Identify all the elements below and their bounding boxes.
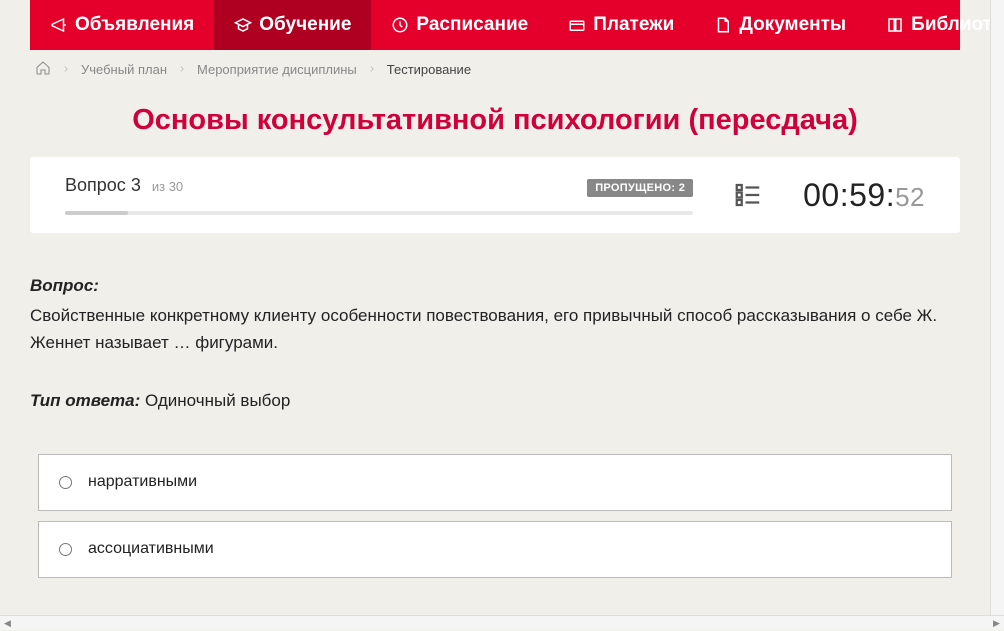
- timer-seconds: 52: [895, 182, 925, 213]
- book-icon: [886, 16, 904, 34]
- nav-label: Объявления: [75, 14, 194, 36]
- nav-education[interactable]: Обучение: [214, 0, 371, 50]
- education-icon: [234, 16, 252, 34]
- chevron-right-icon: [61, 62, 71, 77]
- breadcrumb: Учебный план Мероприятие дисциплины Тест…: [0, 50, 990, 79]
- answer-option[interactable]: нарративными: [38, 454, 952, 511]
- missed-badge: ПРОПУЩЕНО: 2: [587, 179, 693, 197]
- breadcrumb-link-discipline[interactable]: Мероприятие дисциплины: [197, 62, 357, 77]
- question-list-button[interactable]: [733, 180, 763, 210]
- scroll-left-arrow[interactable]: ◀: [0, 616, 15, 631]
- question-body: Вопрос: Свойственные конкретному клиенту…: [30, 273, 960, 608]
- question-label: Вопрос 3: [65, 175, 141, 195]
- nav-label: Документы: [739, 14, 846, 36]
- question-total: из 30: [152, 179, 183, 194]
- radio-input[interactable]: [59, 476, 72, 489]
- scroll-track[interactable]: [15, 616, 989, 630]
- timer: 00:59:52: [803, 177, 925, 214]
- chevron-right-icon: [177, 62, 187, 77]
- nav-announcements[interactable]: Объявления: [30, 0, 214, 50]
- status-panel: Вопрос 3 из 30 ПРОПУЩЕНО: 2: [30, 157, 960, 233]
- nav-label: Платежи: [593, 14, 674, 36]
- answer-type-value: Одиночный выбор: [145, 391, 290, 410]
- breadcrumb-current: Тестирование: [387, 62, 471, 77]
- nav-payments[interactable]: Платежи: [548, 0, 694, 50]
- vertical-scrollbar[interactable]: [990, 0, 1004, 615]
- megaphone-icon: [50, 16, 68, 34]
- timer-main: 00:59:: [803, 177, 895, 214]
- chevron-right-icon: [367, 62, 377, 77]
- question-text: Свойственные конкретному клиенту особенн…: [30, 303, 960, 356]
- answer-option[interactable]: ассоциативными: [38, 521, 952, 578]
- nav-label: Расписание: [416, 14, 528, 36]
- payment-icon: [568, 16, 586, 34]
- clock-icon: [391, 16, 409, 34]
- option-label: ассоциативными: [88, 537, 214, 562]
- option-label: нарративными: [88, 470, 197, 495]
- document-icon: [714, 16, 732, 34]
- answer-options: нарративными ассоциативными: [38, 454, 952, 578]
- radio-input[interactable]: [59, 543, 72, 556]
- question-label-heading: Вопрос:: [30, 273, 960, 299]
- scroll-right-arrow[interactable]: ▶: [989, 616, 1004, 631]
- home-icon[interactable]: [35, 60, 51, 79]
- nav-schedule[interactable]: Расписание: [371, 0, 548, 50]
- nav-label: Обучение: [259, 14, 351, 36]
- nav-library[interactable]: Библиотека: [866, 0, 1004, 50]
- question-progress: Вопрос 3 из 30 ПРОПУЩЕНО: 2: [65, 175, 693, 215]
- horizontal-scrollbar[interactable]: ◀ ▶: [0, 615, 1004, 630]
- answer-type-label: Тип ответа:: [30, 391, 140, 410]
- nav-documents[interactable]: Документы: [694, 0, 866, 50]
- main-nav: Объявления Обучение Расписание Платежи: [30, 0, 960, 50]
- page-title: Основы консультативной психологии (перес…: [30, 104, 960, 137]
- breadcrumb-link-plan[interactable]: Учебный план: [81, 62, 167, 77]
- progress-fill: [65, 211, 128, 215]
- progress-bar: [65, 211, 693, 215]
